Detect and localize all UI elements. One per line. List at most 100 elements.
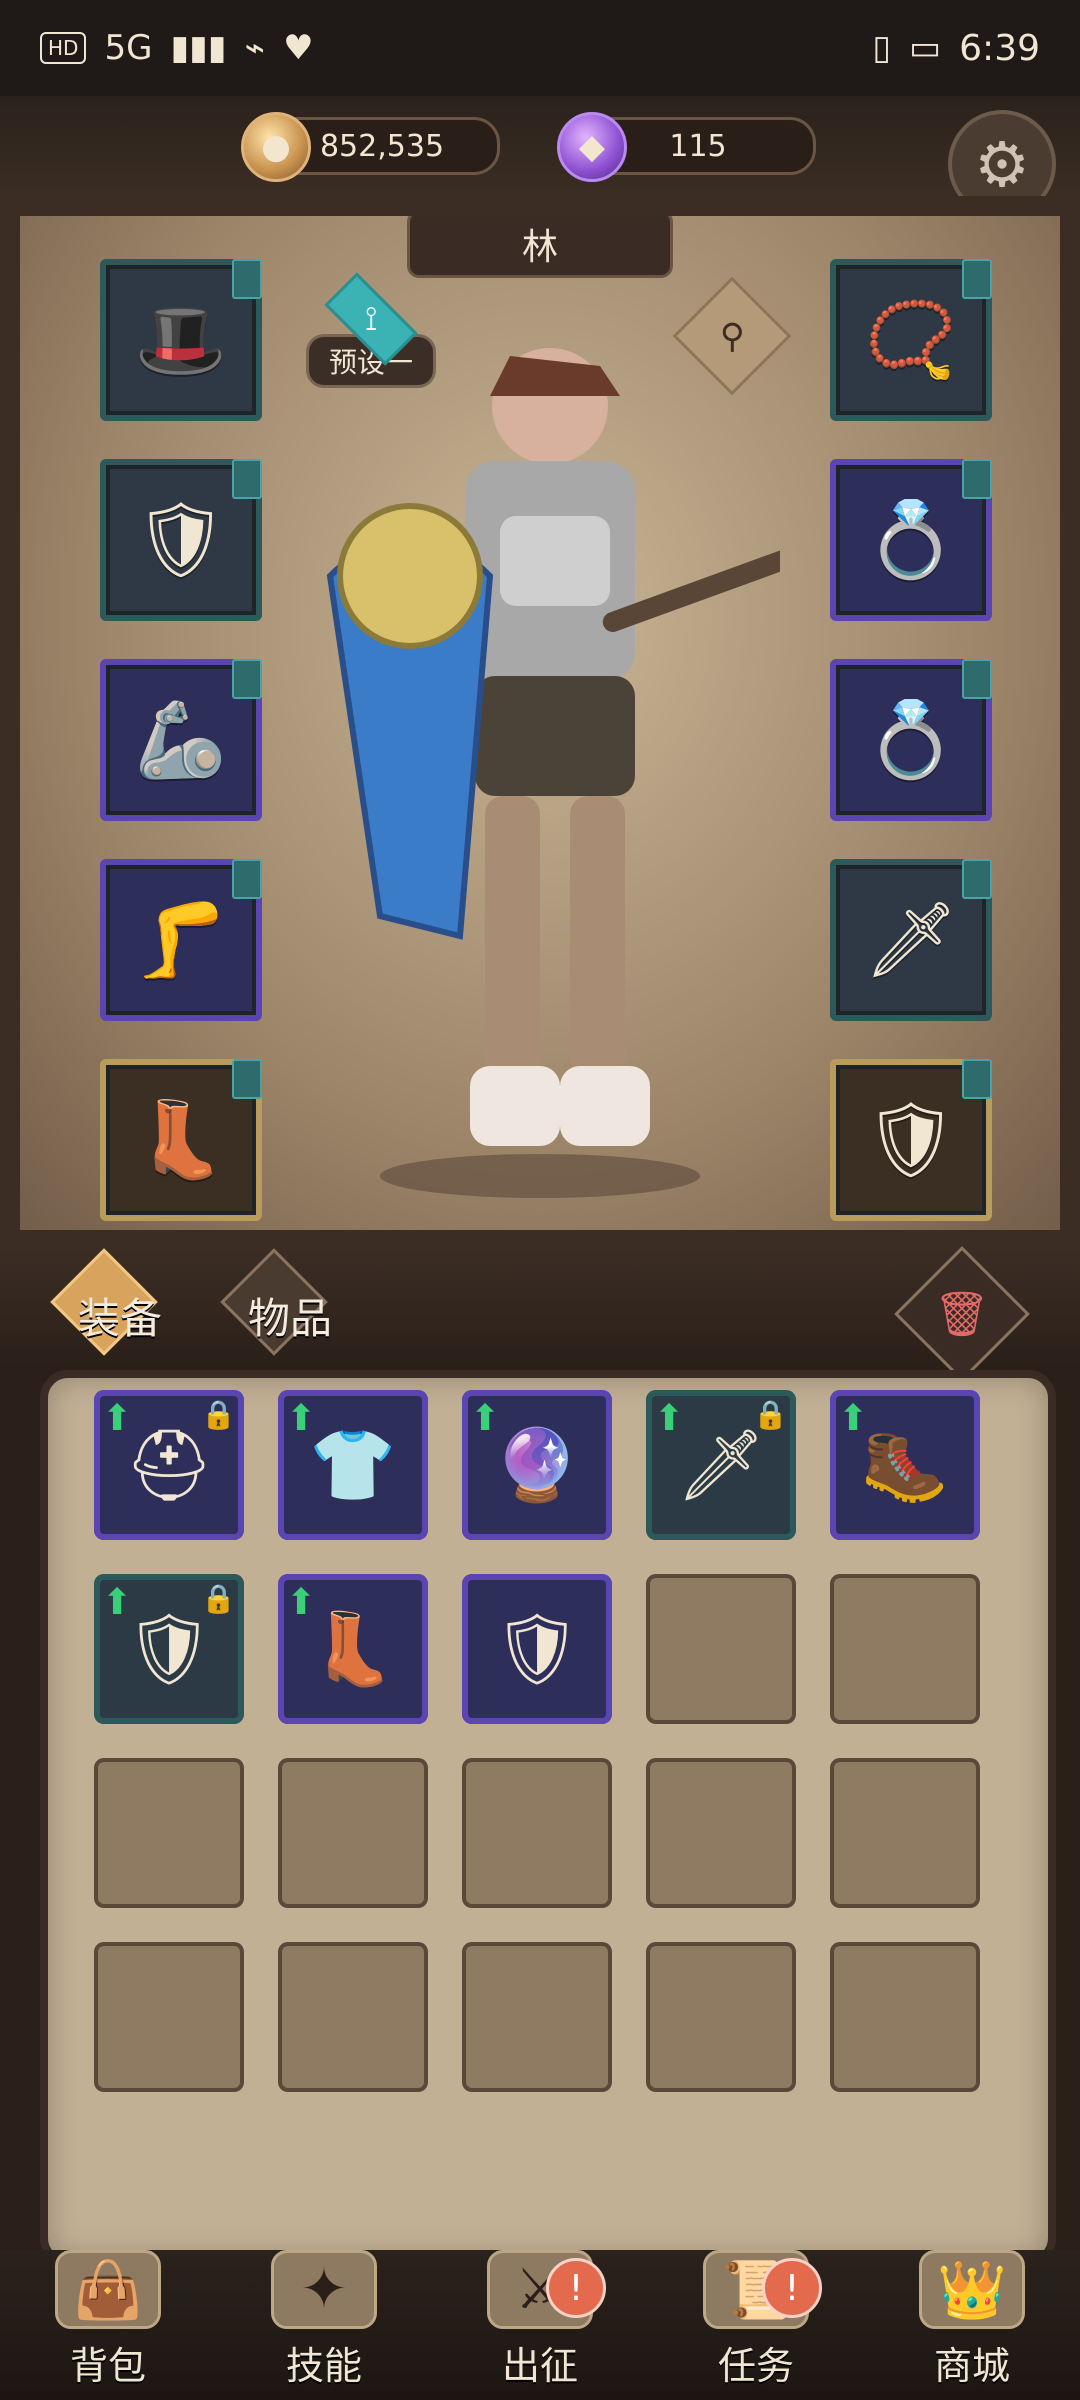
signal-icon: ▮▮▮ bbox=[170, 28, 227, 68]
nav-quests-label: 任务 bbox=[717, 2344, 794, 2388]
inventory-grid: ⬆ 🔒 ⛑ ⬆ 👕 ⬆ 🔮 ⬆ 🔒 🗡 ⬆ 🥾 ⬆ 🔒 🛡 ⬆ 👢 🛡 bbox=[94, 1390, 980, 2092]
inventory-cell-item[interactable]: ⬆ 🔒 🛡 bbox=[94, 1574, 244, 1724]
trash-button[interactable]: 🗑 bbox=[894, 1246, 1030, 1382]
inventory-cell-empty[interactable] bbox=[278, 1942, 428, 2092]
slot-tag bbox=[962, 1059, 992, 1099]
inventory-cell-empty[interactable] bbox=[830, 1574, 980, 1724]
equip-slot-head[interactable]: 🎩 bbox=[100, 259, 262, 421]
alert-badge-icon: ! bbox=[546, 2258, 606, 2318]
nav-quests[interactable]: ! 📜 任务 bbox=[666, 2250, 846, 2400]
gem-value: 115 bbox=[669, 128, 727, 164]
inventory-cell-empty[interactable] bbox=[646, 1758, 796, 1908]
equip-slot-weapon[interactable]: 🗡 bbox=[830, 859, 992, 1021]
inventory-cell-item[interactable]: ⬆ 🔒 🗡 bbox=[646, 1390, 796, 1540]
inventory-cell-empty[interactable] bbox=[94, 1758, 244, 1908]
tab-items-label: 物品 bbox=[247, 1293, 332, 1343]
tab-items[interactable]: 物品 bbox=[210, 1248, 370, 1360]
inventory-cell-item[interactable]: ⬆ 🥾 bbox=[830, 1390, 980, 1540]
shield-icon: 🛡 bbox=[864, 1096, 958, 1183]
gold-counter: ● 852,535 bbox=[241, 112, 500, 182]
inventory-cell-empty[interactable] bbox=[646, 1574, 796, 1724]
inventory-cell-item[interactable]: ⬆ 🔮 bbox=[462, 1390, 612, 1540]
nav-battle-label: 出征 bbox=[501, 2344, 578, 2388]
inventory-cell-item[interactable]: ⬆ 🔒 ⛑ bbox=[94, 1390, 244, 1540]
slot-tag bbox=[232, 659, 262, 699]
inventory-cell-item[interactable]: ⬆ 👕 bbox=[278, 1390, 428, 1540]
slot-tag bbox=[232, 459, 262, 499]
shield-icon: 🛡 bbox=[492, 1607, 582, 1690]
health-icon: ♥ bbox=[283, 28, 314, 68]
inventory-cell-empty[interactable] bbox=[462, 1942, 612, 2092]
nav-skills-label: 技能 bbox=[285, 2344, 362, 2388]
inventory-cell-empty[interactable] bbox=[646, 1942, 796, 2092]
character-name: 林 bbox=[407, 210, 673, 278]
inventory-cell-empty[interactable] bbox=[830, 1758, 980, 1908]
nav-shop-label: 商城 bbox=[933, 2344, 1010, 2388]
equip-slot-amulet[interactable]: 📿 bbox=[830, 259, 992, 421]
tab-equipment[interactable]: 装备 bbox=[40, 1248, 200, 1360]
inventory-cell-empty[interactable] bbox=[94, 1942, 244, 2092]
pendant-icon: 🔮 bbox=[493, 1423, 581, 1506]
dagger-icon: 🗡 bbox=[676, 1423, 766, 1506]
amulet-icon: 📿 bbox=[864, 296, 958, 383]
equip-slot-ring-2[interactable]: 💍 bbox=[830, 659, 992, 821]
leg-armor-icon: 🦵 bbox=[134, 896, 228, 983]
hat-icon: 🎩 bbox=[134, 296, 228, 383]
hd-badge: HD bbox=[40, 32, 87, 64]
chest-armor-icon: 🛡 bbox=[134, 496, 228, 583]
slot-tag bbox=[962, 659, 992, 699]
equip-slot-offhand[interactable]: 🛡 bbox=[830, 1059, 992, 1221]
coin-icon: ● bbox=[241, 112, 311, 182]
inventory-cell-empty[interactable] bbox=[462, 1758, 612, 1908]
inventory-cell-empty[interactable] bbox=[830, 1942, 980, 2092]
alert-badge-icon: ! bbox=[762, 2258, 822, 2318]
helmet-icon: ⛑ bbox=[124, 1423, 214, 1506]
shop-icon: 👑 bbox=[919, 2250, 1025, 2329]
equip-slot-chest[interactable]: 🛡 bbox=[100, 459, 262, 621]
inventory-cell-empty[interactable] bbox=[278, 1758, 428, 1908]
slot-tag bbox=[962, 459, 992, 499]
vibrate-icon: ▯ bbox=[872, 28, 892, 68]
shirt-icon: 👕 bbox=[309, 1423, 397, 1506]
gauntlet-icon: 🦾 bbox=[134, 696, 228, 783]
inventory-panel: ⬆ 🔒 ⛑ ⬆ 👕 ⬆ 🔮 ⬆ 🔒 🗡 ⬆ 🥾 ⬆ 🔒 🛡 ⬆ 👢 🛡 bbox=[40, 1370, 1056, 2266]
equip-slot-feet[interactable]: 👢 bbox=[100, 1059, 262, 1221]
equip-slot-hands[interactable]: 🦾 bbox=[100, 659, 262, 821]
gold-value: 852,535 bbox=[319, 128, 445, 164]
slot-tag bbox=[232, 1059, 262, 1099]
slot-tag bbox=[962, 259, 992, 299]
slot-tag bbox=[232, 859, 262, 899]
boots-icon: 👢 bbox=[134, 1096, 228, 1183]
nav-skills[interactable]: ✦ 技能 bbox=[234, 2250, 414, 2400]
inventory-cell-item[interactable]: ⬆ 👢 bbox=[278, 1574, 428, 1724]
tab-equipment-label: 装备 bbox=[77, 1293, 162, 1343]
greaves-icon: 👢 bbox=[309, 1607, 397, 1690]
bag-icon: 👜 bbox=[55, 2250, 161, 2329]
character-stage: 林 ⟟ 预设一 ⚲ 🎩 🛡 🦾 🦵 👢 📿 💍 💍 🗡 🛡 bbox=[0, 196, 1080, 1250]
gem-icon: ◆ bbox=[557, 112, 627, 182]
wifi-icon: ⌁ bbox=[244, 28, 266, 68]
nav-bag-label: 背包 bbox=[69, 2344, 146, 2388]
clock: 6:39 bbox=[959, 27, 1040, 69]
network-label: 5G bbox=[104, 28, 153, 68]
armor-icon: 🛡 bbox=[124, 1607, 214, 1690]
inventory-cell-item[interactable]: 🛡 bbox=[462, 1574, 612, 1724]
nav-shop[interactable]: 👑 商城 bbox=[882, 2250, 1062, 2400]
nav-battle[interactable]: ! ⚔ 出征 bbox=[450, 2250, 630, 2400]
trash-icon: 🗑 bbox=[934, 1288, 990, 1340]
status-right: ▯ ▭ 6:39 bbox=[872, 28, 1040, 69]
status-bar: HD 5G ▮▮▮ ⌁ ♥ ▯ ▭ 6:39 bbox=[0, 0, 1080, 96]
ring-icon: 💍 bbox=[864, 696, 958, 783]
nav-bag[interactable]: 👜 背包 bbox=[18, 2250, 198, 2400]
battery-icon: ▭ bbox=[909, 28, 942, 68]
slot-tag bbox=[232, 259, 262, 299]
bottom-nav: 👜 背包 ✦ 技能 ! ⚔ 出征 ! 📜 任务 👑 商城 bbox=[0, 2250, 1080, 2400]
equip-slot-ring-1[interactable]: 💍 bbox=[830, 459, 992, 621]
status-left: HD 5G ▮▮▮ ⌁ ♥ bbox=[40, 28, 314, 68]
gem-counter: ◆ 115 bbox=[557, 112, 816, 182]
slot-tag bbox=[962, 859, 992, 899]
boots-icon: 🥾 bbox=[861, 1423, 949, 1506]
inventory-header: 装备 物品 🗑 bbox=[0, 1246, 1080, 1382]
skill-icon: ✦ bbox=[271, 2250, 377, 2329]
equip-slot-legs[interactable]: 🦵 bbox=[100, 859, 262, 1021]
